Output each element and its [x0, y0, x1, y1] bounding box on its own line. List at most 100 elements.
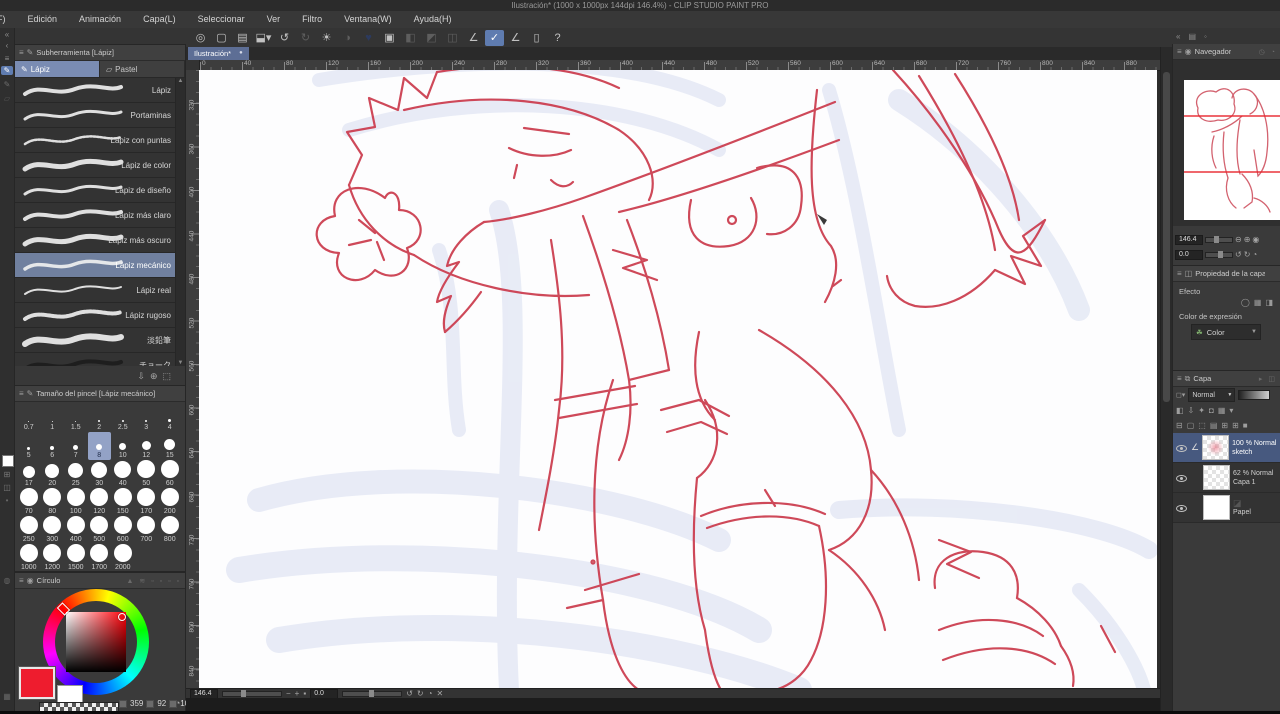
menu-item-ventanaw[interactable]: Ventana(W) — [333, 11, 403, 28]
add-subtool-icon[interactable]: ⊕ — [150, 371, 158, 382]
color-mode-toggle-icon[interactable]: ◔ — [175, 698, 180, 708]
brush-item-4[interactable]: Lápiz de diseño — [15, 178, 185, 203]
new-layer-icon[interactable]: ⊟ — [1176, 421, 1184, 430]
brush-item-3[interactable]: Lápiz de color — [15, 153, 185, 178]
save-file-icon[interactable]: ⬓▾ — [254, 30, 273, 46]
visibility-eye-icon[interactable] — [1175, 442, 1188, 454]
brush-size-70[interactable]: 70 — [17, 488, 41, 516]
document-tab-close-icon[interactable]: ● — [239, 47, 243, 60]
brush-size-120[interactable]: 120 — [88, 488, 112, 516]
nav-zoom-in-icon[interactable]: ⊕ — [1244, 235, 1251, 245]
effect-border-icon[interactable]: ◨ — [1265, 298, 1273, 307]
menu-item-filtro[interactable]: Filtro — [291, 11, 333, 28]
strip-dot-icon[interactable]: • — [1, 496, 13, 505]
brush-item-1[interactable]: Portaminas — [15, 103, 185, 128]
brush-size-700[interactable]: 700 — [135, 516, 159, 544]
selection-2-icon[interactable]: ◩ — [422, 30, 441, 46]
redo-icon[interactable]: ↻ — [296, 30, 315, 46]
strip-grid-icon[interactable]: ⊞ — [1, 470, 13, 479]
navigator-rotation-slider[interactable] — [1205, 252, 1233, 258]
document-tab[interactable]: Ilustración* ● — [188, 47, 249, 60]
effect-tone-icon[interactable]: ◯ — [1241, 298, 1250, 307]
expression-color-dropdown[interactable]: ☘ Color ▼ — [1191, 324, 1261, 340]
zoom-slider[interactable] — [222, 691, 282, 697]
menu-item-animacin[interactable]: Animación — [68, 11, 132, 28]
right-panel-dot-icon[interactable]: ◦ — [1204, 32, 1207, 41]
brush-item-0[interactable]: Lápiz — [15, 78, 185, 103]
brush-size-2000[interactable]: 2000 — [111, 544, 135, 572]
clear-icon[interactable]: ☀ — [317, 30, 336, 46]
brush-item-10[interactable]: 淡鉛筆 — [15, 328, 185, 353]
brush-size-1700[interactable]: 1700 — [88, 544, 112, 572]
right-panel-icon[interactable]: ▤ — [1188, 32, 1196, 41]
color-panel-tab-icons[interactable]: ▲ ≋ ▫ ▫ ▫ ▫ — [127, 577, 181, 585]
brush-item-7[interactable]: Lápiz mecánico — [15, 253, 185, 278]
effect-screen-icon[interactable]: ▦ — [1254, 298, 1262, 307]
crop-frame-icon[interactable]: ▣ — [380, 30, 399, 46]
brush-size-5[interactable]: 5 — [17, 432, 41, 460]
menu-item-seleccionar[interactable]: Seleccionar — [187, 11, 256, 28]
brush-size-12[interactable]: 12 — [135, 432, 159, 460]
navigator-zoom-slider[interactable] — [1205, 237, 1233, 243]
layer-row-sketch[interactable]: ∠ 100 % Normal sketch — [1173, 433, 1280, 463]
nav-zoom-out-icon[interactable]: ⊖ — [1235, 235, 1242, 245]
panel-menu-icon[interactable]: ≡ — [1177, 374, 1182, 383]
merge-layer-icon[interactable]: ⊞ — [1232, 421, 1240, 430]
panel-menu-icon[interactable]: ≡ — [19, 576, 24, 585]
tablet-mode-icon[interactable]: ▯ — [527, 30, 546, 46]
brush-list-scrollbar[interactable]: ▲▼ — [175, 78, 185, 366]
brush-size-30[interactable]: 30 — [88, 460, 112, 488]
brush-pref-icon[interactable]: ◻▾ — [1176, 391, 1185, 399]
brush-size-400[interactable]: 400 — [64, 516, 88, 544]
brush-item-2[interactable]: Lápiz con puntas — [15, 128, 185, 153]
panel-menu-icon[interactable]: ≡ — [1177, 47, 1182, 56]
snap-special-ruler-icon[interactable]: ✓ — [485, 30, 504, 46]
canvas-vertical-scrollbar[interactable] — [1160, 47, 1172, 711]
snap-grid-icon[interactable]: ∠ — [506, 30, 525, 46]
brush-item-11[interactable]: チョーク — [15, 353, 185, 366]
navigator-rotation-value[interactable]: 0.0 — [1175, 250, 1203, 260]
strip-menu-icon[interactable]: ≡ — [1, 54, 13, 63]
new-vector-layer-icon[interactable]: ▢ — [1187, 421, 1196, 430]
eraser-tool-icon[interactable]: ▱ — [1, 94, 13, 103]
brush-item-9[interactable]: Lápiz rugoso — [15, 303, 185, 328]
layer-row-capa1[interactable]: 62 % Normal Capa 1 — [1173, 463, 1280, 493]
strip-pattern-icon[interactable]: ▦ — [1, 692, 13, 701]
layer-ref-icon[interactable]: ✦ — [1198, 406, 1206, 415]
layer-more-icon[interactable]: ▾ — [1229, 406, 1234, 415]
brush-item-8[interactable]: Lápiz real — [15, 278, 185, 303]
brush-size-150[interactable]: 150 — [111, 488, 135, 516]
brush-size-1200[interactable]: 1200 — [41, 544, 65, 572]
delete-subtool-icon[interactable]: ⬚ — [162, 371, 171, 382]
shape-icon[interactable]: ♥ — [359, 30, 378, 46]
navigator-tab-icons[interactable]: ◷ ◔ — [1259, 48, 1277, 56]
brush-size-10[interactable]: 10 — [111, 432, 135, 460]
brush-size-200[interactable]: 200 — [158, 488, 182, 516]
opacity-slider[interactable] — [1238, 390, 1270, 400]
pencil-tool-icon[interactable]: ✎ — [1, 66, 13, 75]
blend-mode-dropdown[interactable]: Normal ▼ — [1188, 388, 1235, 402]
nav-rotate-left-icon[interactable]: ↺ — [1235, 250, 1242, 260]
brush-size-500[interactable]: 500 — [88, 516, 112, 544]
sv-marker[interactable] — [118, 613, 126, 621]
collapse-right-icon[interactable]: « — [1176, 32, 1180, 41]
menu-item-archivof[interactable]: Archivo(F) — [0, 11, 17, 28]
visibility-eye-icon[interactable] — [1175, 502, 1188, 514]
layer-thumbnail[interactable] — [1203, 495, 1230, 520]
layer-lock-icon[interactable]: ◘ — [1209, 406, 1215, 415]
transfer-layer-icon[interactable]: ⊞ — [1221, 421, 1229, 430]
brush-size-800[interactable]: 800 — [158, 516, 182, 544]
brush-size-2[interactable]: 2 — [88, 404, 112, 432]
brush-size-0.7[interactable]: 0.7 — [17, 404, 41, 432]
brush-size-1.5[interactable]: 1.5 — [64, 404, 88, 432]
brush-size-8[interactable]: 8 — [88, 432, 112, 460]
snap-ruler-icon[interactable]: ∠ — [464, 30, 483, 46]
delete-layer-icon[interactable]: ■ — [1243, 421, 1249, 430]
menu-item-edicin[interactable]: Edición — [17, 11, 69, 28]
folder-icon[interactable]: ▤ — [1210, 421, 1219, 430]
brush-size-2.5[interactable]: 2.5 — [111, 404, 135, 432]
rotation-slider[interactable] — [342, 691, 402, 697]
brush-size-1[interactable]: 1 — [41, 404, 65, 432]
navigator-zoom-value[interactable]: 146.4 — [1175, 235, 1203, 245]
fill-icon[interactable]: ◑ — [338, 30, 357, 46]
